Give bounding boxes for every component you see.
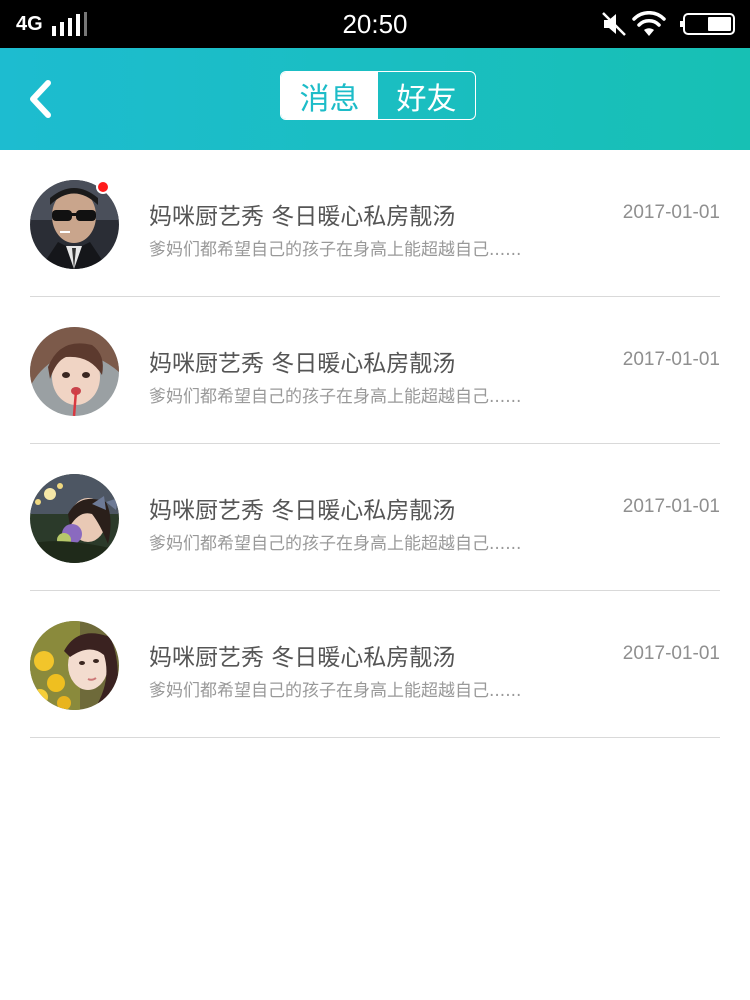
message-date: 2017-01-01 (622, 496, 720, 517)
message-date: 2017-01-01 (622, 643, 720, 664)
list-item[interactable]: 妈咪厨艺秀 冬日暖心私房靓汤 2017-01-01 爹妈们都希望自己的孩子在身高… (0, 150, 750, 297)
avatar (30, 621, 119, 710)
tab-friends[interactable]: 好友 (378, 72, 475, 119)
message-date: 2017-01-01 (622, 349, 720, 370)
app-header: 消息 好友 (0, 48, 750, 150)
message-preview: 爹妈们都希望自己的孩子在身高上能超越自己...... (149, 387, 522, 407)
message-preview: 爹妈们都希望自己的孩子在身高上能超越自己...... (149, 681, 522, 701)
mute-icon (602, 12, 626, 36)
status-bar: 4G 20:50 (0, 0, 750, 48)
back-button[interactable] (22, 78, 62, 122)
message-preview: 爹妈们都希望自己的孩子在身高上能超越自己...... (149, 534, 522, 554)
message-title: 妈咪厨艺秀 冬日暖心私房靓汤 (149, 351, 456, 377)
avatar (30, 327, 119, 416)
list-item[interactable]: 妈咪厨艺秀 冬日暖心私房靓汤 2017-01-01 爹妈们都希望自己的孩子在身高… (0, 591, 750, 738)
list-item[interactable]: 妈咪厨艺秀 冬日暖心私房靓汤 2017-01-01 爹妈们都希望自己的孩子在身高… (0, 444, 750, 591)
message-list: 妈咪厨艺秀 冬日暖心私房靓汤 2017-01-01 爹妈们都希望自己的孩子在身高… (0, 150, 750, 738)
message-title: 妈咪厨艺秀 冬日暖心私房靓汤 (149, 645, 456, 671)
message-date: 2017-01-01 (622, 202, 720, 223)
list-item[interactable]: 妈咪厨艺秀 冬日暖心私房靓汤 2017-01-01 爹妈们都希望自己的孩子在身高… (0, 297, 750, 444)
segmented-control: 消息 好友 (280, 71, 476, 120)
message-preview: 爹妈们都希望自己的孩子在身高上能超越自己...... (149, 240, 522, 260)
tab-messages[interactable]: 消息 (281, 72, 378, 119)
avatar (30, 474, 119, 563)
chevron-left-icon (30, 80, 51, 118)
message-title: 妈咪厨艺秀 冬日暖心私房靓汤 (149, 498, 456, 524)
battery-icon (680, 13, 735, 35)
unread-dot (96, 180, 110, 194)
wifi-icon (632, 11, 666, 36)
message-title: 妈咪厨艺秀 冬日暖心私房靓汤 (149, 204, 456, 230)
